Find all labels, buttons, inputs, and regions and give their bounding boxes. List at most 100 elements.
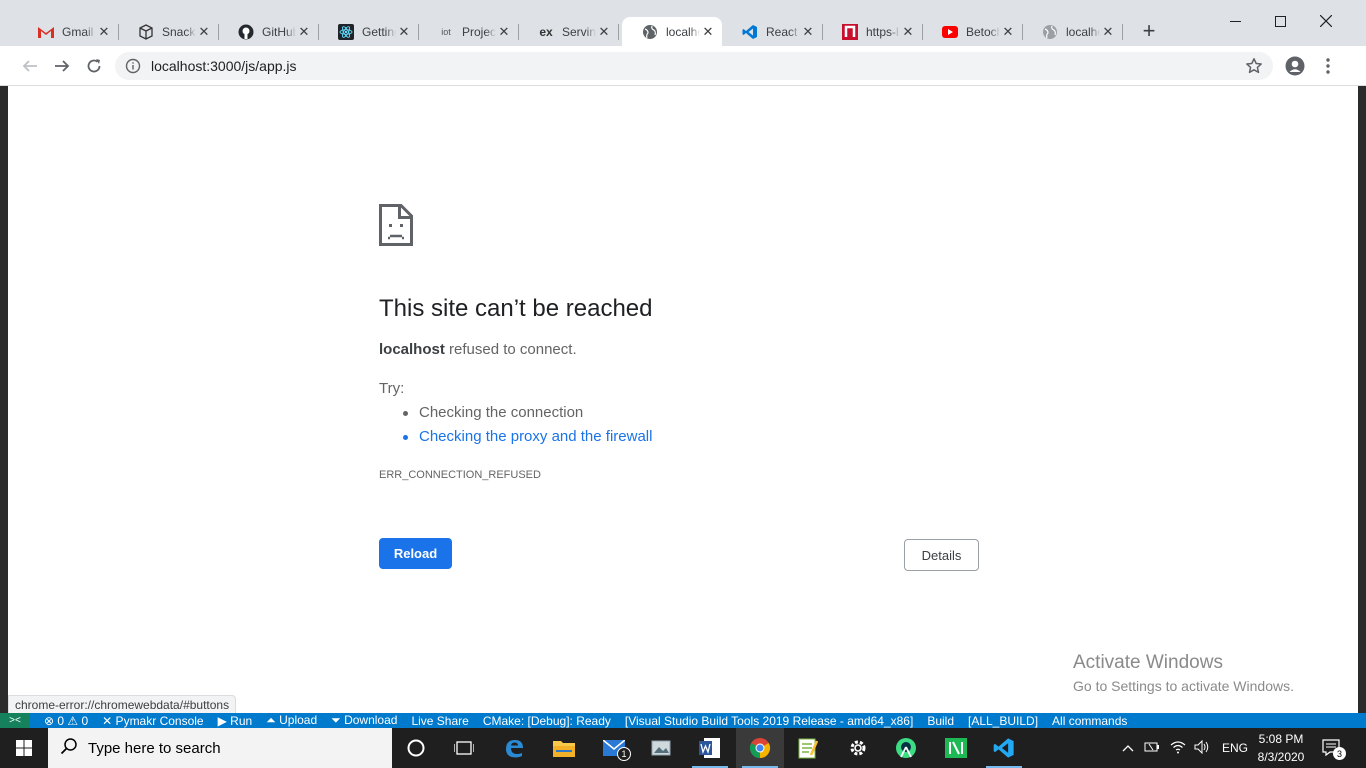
android-studio-icon[interactable] <box>882 728 930 768</box>
wifi-icon[interactable] <box>1170 740 1186 757</box>
settings-gear-icon[interactable] <box>834 728 882 768</box>
vscode-status-bar: >< ⊗ 0 ⚠ 0 ✕ Pymakr Console ▶ Run ⏶ Uplo… <box>0 713 1366 728</box>
globe-icon <box>1042 24 1058 40</box>
close-icon[interactable]: ✕ <box>596 24 612 40</box>
tab-title: Snack - <box>162 24 196 39</box>
cortana-icon[interactable] <box>392 728 440 768</box>
volume-icon[interactable] <box>1194 739 1210 757</box>
close-icon[interactable]: ✕ <box>96 24 112 40</box>
reload-button[interactable]: Reload <box>379 538 452 569</box>
info-icon[interactable] <box>125 58 141 74</box>
tab-react[interactable]: React J ✕ <box>722 17 823 46</box>
tab-title: localhost <box>1066 24 1100 39</box>
build-target[interactable]: [ALL_BUILD] <box>968 714 1038 728</box>
error-heading: This site can’t be reached <box>379 295 653 322</box>
green-app-icon[interactable] <box>932 728 980 768</box>
download-button[interactable]: ⏷ Download <box>331 713 397 728</box>
file-explorer-icon[interactable] <box>540 728 588 768</box>
battery-icon[interactable] <box>1144 741 1160 756</box>
try-label: Try: <box>379 380 405 397</box>
clock-date: 8/3/2020 <box>1257 750 1305 764</box>
search-icon <box>60 737 78 759</box>
iot-icon: iot <box>441 26 451 37</box>
status-bubble-url: chrome-error://chromewebdata/#buttons <box>8 695 237 714</box>
tab-localhost-active[interactable]: localhost ✕ <box>622 17 722 46</box>
close-icon[interactable]: ✕ <box>700 24 716 40</box>
all-commands-button[interactable]: All commands <box>1052 714 1127 728</box>
close-icon[interactable]: ✕ <box>196 24 212 40</box>
tab-https[interactable]: https-l ✕ <box>822 17 923 46</box>
pymakr-console-button[interactable]: ✕ Pymakr Console <box>102 714 203 728</box>
url-text[interactable]: localhost:3000/js/app.js <box>151 58 297 74</box>
remote-icon[interactable]: >< <box>0 713 30 728</box>
tab-localhost-2[interactable]: localhost ✕ <box>1022 17 1123 46</box>
close-icon[interactable]: ✕ <box>1100 24 1116 40</box>
action-center-icon[interactable]: 3 <box>1322 738 1346 763</box>
tab-title: https-l <box>866 24 899 39</box>
close-icon[interactable]: ✕ <box>496 24 512 40</box>
start-button[interactable] <box>0 728 48 768</box>
tab-title: GitHub <box>262 24 296 39</box>
address-bar[interactable]: localhost:3000/js/app.js <box>115 52 1273 80</box>
new-tab-button[interactable]: + <box>1138 18 1160 43</box>
details-button[interactable]: Details <box>904 539 979 571</box>
close-icon[interactable]: ✕ <box>296 24 312 40</box>
error-host: localhost <box>379 341 445 358</box>
gmail-icon <box>38 24 54 40</box>
minimize-button[interactable] <box>1212 8 1258 34</box>
vscode-icon <box>742 24 758 40</box>
reload-icon[interactable] <box>82 54 106 78</box>
show-hidden-icons-chevron-icon[interactable] <box>1122 741 1136 755</box>
close-icon[interactable]: ✕ <box>1000 24 1016 40</box>
youtube-icon <box>942 24 958 40</box>
live-share-button[interactable]: Live Share <box>411 714 468 728</box>
close-icon[interactable]: ✕ <box>396 24 412 40</box>
cmake-kit[interactable]: [Visual Studio Build Tools 2019 Release … <box>625 714 913 728</box>
tab-getting[interactable]: Getting ✕ <box>318 17 419 46</box>
mail-icon[interactable]: 1 <box>590 728 638 768</box>
tab-snack[interactable]: Snack - ✕ <box>118 17 219 46</box>
bookmark-star-icon[interactable] <box>1245 57 1263 78</box>
edge-icon[interactable] <box>490 728 538 768</box>
suggestion-list: Checking the connection Checking the pro… <box>402 404 652 452</box>
photos-app-icon[interactable] <box>638 728 686 768</box>
n-icon <box>842 23 858 40</box>
github-icon <box>238 24 254 40</box>
vscode-taskbar-icon[interactable] <box>980 728 1028 768</box>
tab-title: localhost <box>666 24 700 39</box>
tab-gmail[interactable]: Gmail - ✕ <box>18 17 119 46</box>
language-indicator[interactable]: ENG <box>1222 741 1248 755</box>
react-icon <box>338 23 354 40</box>
search-placeholder: Type here to search <box>88 739 221 757</box>
build-button[interactable]: Build <box>927 714 954 728</box>
upload-button[interactable]: ⏶ Upload <box>266 713 317 728</box>
close-window-button[interactable] <box>1303 8 1349 34</box>
chrome-icon[interactable] <box>736 728 784 768</box>
tab-github[interactable]: GitHub ✕ <box>218 17 319 46</box>
sad-document-icon <box>379 204 413 251</box>
taskbar-search-box[interactable]: Type here to search <box>48 728 392 768</box>
tab-project[interactable]: iot Project ✕ <box>418 17 519 46</box>
forward-button[interactable] <box>50 54 74 78</box>
tab-strip: Gmail - ✕ Snack - ✕ GitHub ✕ Getting ✕ i… <box>0 0 1366 46</box>
tab-youtube[interactable]: Betoch ✕ <box>922 17 1023 46</box>
word-icon[interactable] <box>686 728 734 768</box>
problems-indicator[interactable]: ⊗ 0 ⚠ 0 <box>44 714 88 728</box>
mail-badge: 1 <box>617 747 631 761</box>
close-icon[interactable]: ✕ <box>800 24 816 40</box>
taskbar-clock[interactable]: 5:08 PM 8/3/2020 <box>1254 730 1308 766</box>
browser-toolbar: localhost:3000/js/app.js <box>0 46 1366 86</box>
profile-avatar-icon[interactable] <box>1283 54 1307 78</box>
tab-serving[interactable]: ex Serving ✕ <box>518 17 619 46</box>
activate-windows-watermark: Activate Windows Go to Settings to activ… <box>1073 652 1294 694</box>
error-code: ERR_CONNECTION_REFUSED <box>379 469 541 481</box>
cmake-status[interactable]: CMake: [Debug]: Ready <box>483 714 611 728</box>
close-icon[interactable]: ✕ <box>900 24 916 40</box>
notepad-plus-icon[interactable] <box>784 728 832 768</box>
task-view-icon[interactable] <box>440 728 488 768</box>
suggestion-check-proxy-link[interactable]: Checking the proxy and the firewall <box>402 428 652 452</box>
maximize-button[interactable] <box>1257 8 1303 34</box>
menu-kebab-icon[interactable] <box>1316 54 1340 78</box>
run-button[interactable]: ▶ Run <box>218 714 253 728</box>
back-button[interactable] <box>18 54 42 78</box>
